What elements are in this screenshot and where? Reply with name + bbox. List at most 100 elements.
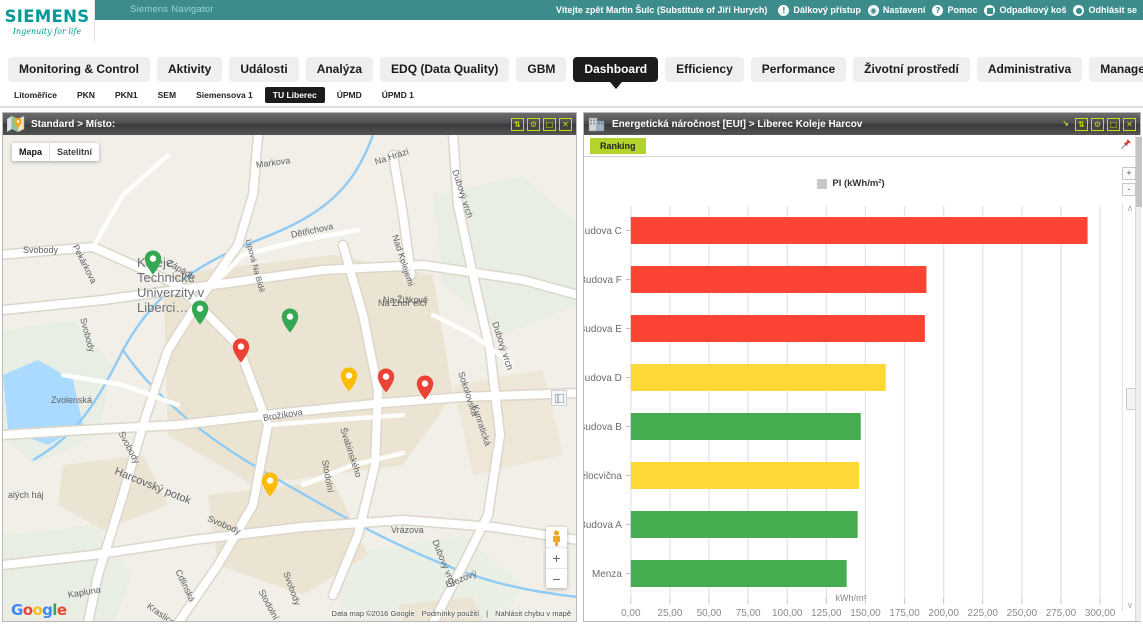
chart-bar[interactable] [630,462,860,489]
subtab-pmd-1[interactable]: ÚPMD 1 [374,87,422,103]
close-button[interactable]: ✕ [1123,117,1136,131]
tab-anal-za[interactable]: Analýza [305,56,374,82]
bar-chart[interactable]: Budova C Budova F Budova E Budova D Budova B… [584,202,1118,624]
pin-icon[interactable] [1120,137,1132,155]
siemens-logo[interactable]: SIEMENS Ingenuity for life [0,0,95,42]
subtab-pkn[interactable]: PKN [69,87,103,103]
tab-ivotn-prost-ed[interactable]: Životní prostředí [853,56,970,82]
chart-bar[interactable] [630,413,861,440]
close-button[interactable]: ✕ [559,117,572,131]
map-zoom-controls[interactable]: + − [546,548,567,588]
tab-monitoring-control[interactable]: Monitoring & Control [8,56,150,82]
tab-edq-data-quality[interactable]: EDQ (Data Quality) [380,56,510,82]
map-marker-pin[interactable] [340,367,358,392]
map-marker-pin[interactable] [232,338,250,363]
chart-bar[interactable] [630,511,858,538]
map-marker-pin[interactable] [416,375,434,400]
map-marker-pin[interactable] [261,472,279,497]
map-marker-pin[interactable] [191,300,209,325]
scroll-up-arrow[interactable]: ∧ [1127,203,1134,214]
trash-icon: ■ [984,4,996,16]
chart-bar[interactable] [630,560,847,587]
subtab-label: Litoměřice [14,90,57,100]
tab-label: Performance [761,62,836,76]
map-type-switcher[interactable]: Mapa Satelitní [12,143,100,161]
ranking-tab[interactable]: Ranking [590,137,646,154]
scroll-down-arrow[interactable]: ∨ [1127,600,1134,611]
app-name: Siemens Navigator [130,4,214,15]
map-footer: Data map ©2016 Google Podmínky použití |… [3,606,576,621]
subtab-siemensova-1[interactable]: Siemensova 1 [188,87,261,103]
map-layers-button[interactable] [551,390,567,406]
tab-performance[interactable]: Performance [750,56,847,82]
tab-administrativa[interactable]: Administrativa [976,56,1083,82]
chart-y-tick-label: Menza [592,569,622,580]
settings-button[interactable]: ⚙ [527,117,540,131]
chart-bar[interactable] [630,266,927,293]
chart-bar[interactable] [630,364,886,391]
header-link-trash[interactable]: ■ Odpadkový koš [984,4,1067,16]
subtab-label: Siemensova 1 [196,90,253,100]
header-link-settings[interactable]: ◉ Nastavení [867,4,925,16]
map-canvas[interactable]: Mapa Satelitní Markova Na Hrázi Dubový vrc… [3,135,576,621]
subtab-pkn1[interactable]: PKN1 [107,87,146,103]
subtab-litom-ice[interactable]: Litoměřice [6,87,65,103]
chart-y-tick-label: Budova C [584,226,622,237]
chart-x-tick-label: 100,00 [772,608,803,619]
tab-ud-losti[interactable]: Události [229,56,299,82]
header-right-group: Vítejte zpět Martin Šulc (Substitute of … [556,0,1137,20]
map-zoom-in-button[interactable]: + [546,548,567,568]
tab-management-view[interactable]: Management View [1089,56,1143,82]
tab-label: Administrativa [987,62,1072,76]
gear-icon: ◉ [867,4,879,16]
header-link-label: Dálkový přístup [793,5,861,15]
top-header-bar: Siemens Navigator Vítejte zpět Martin Šu… [0,0,1143,20]
street-view-pegman[interactable] [546,527,567,548]
chart-zoom-controls[interactable]: + - [1122,167,1136,199]
chart-x-tick-label: 50,00 [697,608,722,619]
header-link-remote-access[interactable]: ! Dálkový přístup [778,4,861,16]
panel-scroll-thumb[interactable] [1136,137,1142,207]
tab-aktivity[interactable]: Aktivity [156,56,223,82]
map-terms-link[interactable]: Podmínky použití [422,609,480,618]
tab-label: GBM [527,62,556,76]
minimize-button[interactable]: ↘ [1059,118,1072,131]
legend-swatch [817,178,828,189]
header-link-logout[interactable]: ● Odhlásit se [1073,4,1137,16]
chart-zoom-in-button[interactable]: + [1122,167,1136,180]
tab-efficiency[interactable]: Efficiency [665,56,744,82]
map-marker-pin[interactable] [144,250,162,275]
maximize-button[interactable]: □ [1107,117,1120,131]
subtab-label: ÚPMD [336,90,362,100]
panel-scrollbar[interactable] [1135,135,1142,621]
tab-dashboard[interactable]: Dashboard [573,56,659,89]
header-link-label: Odpadkový koš [999,5,1067,15]
maximize-button[interactable]: □ [543,117,556,131]
chart-plot-area: PI (kWh/m²) Budova CBudova FBudova EBudo… [584,158,1118,621]
header-link-help[interactable]: ? Pomoc [932,4,977,16]
chart-bar[interactable] [630,315,925,342]
map-zoom-out-button[interactable]: − [546,568,567,588]
subtab-sem[interactable]: SEM [150,87,184,103]
export-button[interactable]: ⇅ [511,117,524,131]
subtab-tu-liberec[interactable]: TU Liberec [264,87,325,103]
map-panel: Standard > Místo: ⇅ ⚙ □ ✕ Mapa Satelitní… [2,112,577,622]
export-button[interactable]: ⇅ [1075,117,1088,131]
tab-label: Management View [1100,62,1143,76]
map-report-link[interactable]: Nahlásit chybu v mapě [495,609,571,618]
map-marker-pin[interactable] [281,308,299,333]
chart-x-tick-label: 150,00 [850,608,881,619]
map-attribution: Data map ©2016 Google [331,609,415,618]
header-link-label: Odhlásit se [1088,5,1137,15]
subtab-pmd[interactable]: ÚPMD [329,87,370,103]
chart-zoom-out-button[interactable]: - [1122,183,1136,196]
export-button-glyph: ⇅ [1078,119,1085,129]
map-panel-window-buttons: ⇅ ⚙ □ ✕ [511,117,572,131]
settings-button[interactable]: ⚙ [1091,117,1104,131]
map-type-mapa[interactable]: Mapa [12,143,49,161]
map-marker-pin[interactable] [377,368,395,393]
map-type-satellite[interactable]: Satelitní [49,143,99,161]
welcome-text: Vítejte zpět Martin Šulc (Substitute of … [555,5,768,15]
chart-bar[interactable] [630,217,1088,244]
tab-gbm[interactable]: GBM [516,56,567,82]
